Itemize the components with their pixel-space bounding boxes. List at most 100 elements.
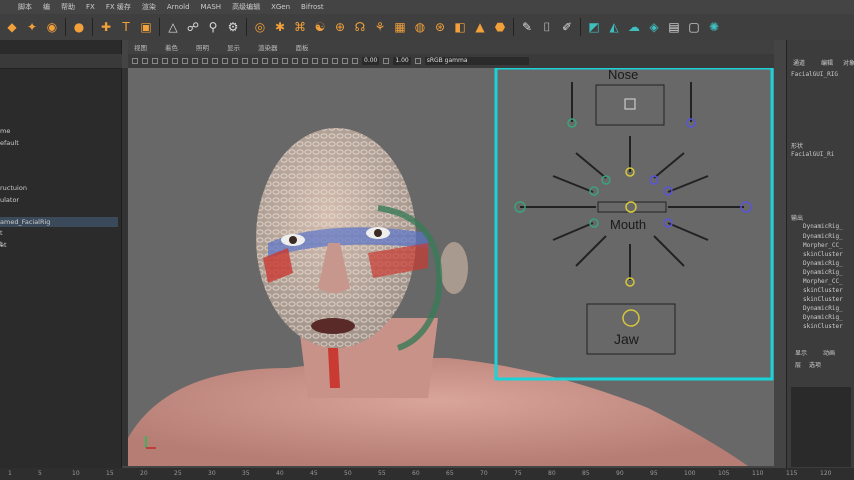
nonlinear-icon[interactable]: ☊ bbox=[353, 20, 367, 34]
menu-item[interactable]: 编 bbox=[43, 2, 50, 12]
camera-icon[interactable] bbox=[132, 58, 138, 64]
output-node[interactable]: Morpher_CC_ bbox=[803, 278, 843, 285]
panel-menu-show[interactable]: 显示 bbox=[227, 42, 240, 52]
menu-item[interactable]: 脚本 bbox=[18, 2, 32, 12]
output-node[interactable]: Morpher_CC_ bbox=[803, 242, 843, 249]
field-chart-icon[interactable] bbox=[212, 58, 218, 64]
outliner-item[interactable]: ructuion bbox=[0, 183, 27, 193]
layer-tab[interactable]: 动画 bbox=[823, 348, 835, 357]
curve-tool-icon[interactable]: ◆ bbox=[5, 20, 19, 34]
xray-joints-icon[interactable] bbox=[332, 58, 338, 64]
outliner-item[interactable]: ulator bbox=[0, 195, 19, 205]
sparkle-icon[interactable]: ✺ bbox=[707, 20, 721, 34]
grid-icon[interactable]: ▤ bbox=[667, 20, 681, 34]
mouth-center-slider[interactable] bbox=[597, 201, 667, 213]
lock-icon[interactable] bbox=[142, 58, 148, 64]
sphere-icon[interactable]: ● bbox=[72, 20, 86, 34]
layer-menu[interactable]: 层 bbox=[795, 360, 801, 369]
eye-tool-icon[interactable]: ◉ bbox=[45, 20, 59, 34]
menu-item[interactable]: Bifrost bbox=[301, 3, 324, 11]
shadows-icon[interactable] bbox=[282, 58, 288, 64]
paint-tool-icon[interactable]: ✦ bbox=[25, 20, 39, 34]
bookmark-icon[interactable] bbox=[152, 58, 158, 64]
output-node[interactable]: DynamicRig_ bbox=[803, 305, 843, 312]
joint-icon[interactable]: ☍ bbox=[186, 20, 200, 34]
time-slider[interactable]: 1 5 10 15 20 25 30 35 40 45 50 55 60 65 … bbox=[0, 468, 854, 480]
outliner-item[interactable]: me bbox=[0, 126, 10, 136]
layers-icon[interactable]: ◈ bbox=[647, 20, 661, 34]
nose-control-box[interactable] bbox=[595, 84, 665, 126]
wire-icon[interactable]: ⚘ bbox=[373, 20, 387, 34]
sculpt-icon[interactable]: ⊕ bbox=[333, 20, 347, 34]
panel-menu-shading[interactable]: 着色 bbox=[165, 42, 178, 52]
wireframe-icon[interactable] bbox=[242, 58, 248, 64]
aa-icon[interactable] bbox=[302, 58, 308, 64]
cloud-icon[interactable]: ☁ bbox=[627, 20, 641, 34]
output-node[interactable]: skinCluster bbox=[803, 287, 843, 294]
edit-tool-icon[interactable]: ✐ bbox=[560, 20, 574, 34]
frame-icon[interactable]: ▢ bbox=[687, 20, 701, 34]
map-icon[interactable]: ◭ bbox=[607, 20, 621, 34]
isolate-icon[interactable] bbox=[312, 58, 318, 64]
exposure-field[interactable]: 0.00 bbox=[362, 57, 380, 65]
mouth-center-handle[interactable] bbox=[625, 201, 637, 213]
outliner-item[interactable]: et bbox=[0, 240, 7, 250]
skin-icon[interactable]: ⚙ bbox=[226, 20, 240, 34]
image-plane-toggle-icon[interactable] bbox=[162, 58, 168, 64]
output-node[interactable]: skinCluster bbox=[803, 296, 843, 303]
outliner-item[interactable]: t bbox=[0, 228, 3, 238]
ao-icon[interactable] bbox=[292, 58, 298, 64]
resolution-gate-icon[interactable] bbox=[192, 58, 198, 64]
jaw-handle[interactable] bbox=[622, 309, 640, 327]
menu-item[interactable]: 高级编辑 bbox=[232, 2, 260, 12]
outliner-item-selected[interactable]: amed_FacialRig bbox=[0, 217, 118, 227]
colorspace-dropdown[interactable]: sRGB gamma bbox=[424, 57, 529, 65]
pen-tool-icon[interactable]: ✎ bbox=[520, 20, 534, 34]
nose-control-handle[interactable] bbox=[624, 98, 636, 110]
image-plane-icon[interactable]: ▣ bbox=[139, 20, 153, 34]
panel-menu-panels[interactable]: 面板 bbox=[296, 42, 309, 52]
cylinder-icon[interactable]: ⬣ bbox=[493, 20, 507, 34]
panel-menu-renderer[interactable]: 渲染器 bbox=[258, 42, 278, 52]
colorspace-icon[interactable] bbox=[414, 58, 421, 64]
exposure-icon[interactable] bbox=[352, 58, 358, 64]
film-gate-icon[interactable] bbox=[182, 58, 188, 64]
triangle-icon[interactable]: △ bbox=[166, 20, 180, 34]
gamma-field[interactable]: 1.00 bbox=[393, 57, 411, 65]
deformer-icon[interactable]: ◎ bbox=[253, 20, 267, 34]
bracket-tool-icon[interactable]: ⌷ bbox=[540, 20, 554, 34]
wrap-icon[interactable]: ☯ bbox=[313, 20, 327, 34]
cube-icon[interactable]: ◧ bbox=[453, 20, 467, 34]
layer-menu[interactable]: 选项 bbox=[809, 360, 821, 369]
node-name[interactable]: FacialGUI_RIG bbox=[791, 71, 838, 78]
menu-item[interactable]: Arnold bbox=[167, 3, 190, 11]
safe-action-icon[interactable] bbox=[222, 58, 228, 64]
channel-tab[interactable]: 对象 bbox=[843, 58, 854, 67]
panel-menu-lighting[interactable]: 照明 bbox=[196, 42, 209, 52]
cone-icon[interactable]: ▲ bbox=[473, 20, 487, 34]
blend-icon[interactable]: ◍ bbox=[413, 20, 427, 34]
lattice-icon[interactable]: ⌘ bbox=[293, 20, 307, 34]
outliner-item[interactable]: efault bbox=[0, 138, 19, 148]
xray-icon[interactable] bbox=[322, 58, 328, 64]
gamma-icon[interactable] bbox=[383, 58, 390, 64]
channel-tab[interactable]: 编辑 bbox=[821, 58, 833, 67]
menu-item[interactable]: 帮助 bbox=[61, 2, 75, 12]
outliner-search-bar[interactable] bbox=[0, 54, 122, 69]
layer-tab[interactable]: 显示 bbox=[795, 348, 807, 357]
safe-title-icon[interactable] bbox=[232, 58, 238, 64]
output-node[interactable]: DynamicRig_ bbox=[803, 260, 843, 267]
export-icon[interactable]: ◩ bbox=[587, 20, 601, 34]
gate-mask-icon[interactable] bbox=[202, 58, 208, 64]
shape-node[interactable]: FacialGUI_Ri bbox=[791, 151, 834, 158]
grid-toggle-icon[interactable] bbox=[172, 58, 178, 64]
layer-list[interactable] bbox=[791, 387, 851, 467]
smooth-shade-icon[interactable] bbox=[252, 58, 258, 64]
output-node[interactable]: DynamicRig_ bbox=[803, 223, 843, 230]
ik-handle-icon[interactable]: ⚲ bbox=[206, 20, 220, 34]
xray-components-icon[interactable] bbox=[342, 58, 348, 64]
lights-icon[interactable] bbox=[272, 58, 278, 64]
channel-tab[interactable]: 通道 bbox=[793, 58, 805, 67]
ball-icon[interactable]: ⊛ bbox=[433, 20, 447, 34]
menu-item[interactable]: FX bbox=[86, 3, 95, 11]
